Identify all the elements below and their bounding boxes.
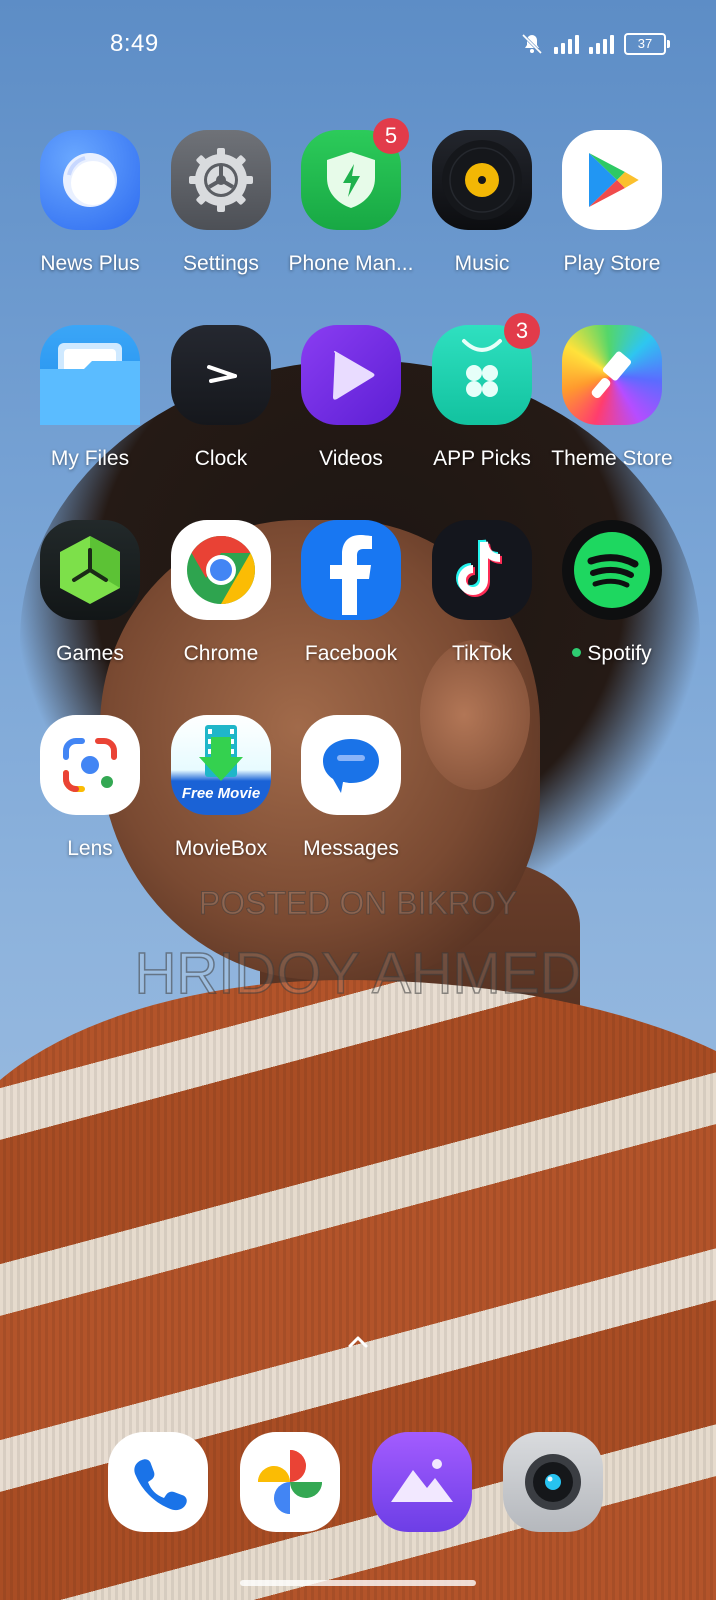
chrome-icon <box>171 520 271 620</box>
app-label: Phone Man... <box>288 252 414 275</box>
status-bar: 8:49 37 <box>0 0 716 90</box>
brush-icon <box>562 325 662 425</box>
app-spotify[interactable]: Spotify <box>545 520 679 666</box>
photos-pinwheel-icon <box>258 1450 322 1514</box>
tiktok-icon <box>432 520 532 620</box>
app-music[interactable]: Music <box>415 130 549 276</box>
moviebox-icon: Free Movie <box>171 715 271 815</box>
app-app-picks[interactable]: 3 APP Picks <box>415 313 549 471</box>
folder-icon <box>40 325 140 425</box>
app-label: Clock <box>194 447 248 470</box>
app-clock[interactable]: Clock <box>154 325 288 471</box>
app-label: News Plus <box>40 252 140 275</box>
play-icon <box>301 325 401 425</box>
app-label: APP Picks <box>433 447 531 470</box>
signal-icon <box>589 34 614 54</box>
app-label: Music <box>454 252 510 275</box>
app-settings[interactable]: Settings <box>154 130 288 276</box>
app-chrome[interactable]: Chrome <box>154 520 288 666</box>
app-phone-manager[interactable]: 5 Phone Man... <box>284 118 418 276</box>
status-icons: 37 <box>520 32 670 56</box>
vinyl-icon <box>432 130 532 230</box>
watermark-posted-on: POSTED ON BIKROY <box>198 885 518 922</box>
moviebox-icon-text: Free Movie <box>181 785 261 802</box>
play-store-icon <box>562 130 662 230</box>
wallpaper-knit-texture <box>0 980 716 1600</box>
clock-icon <box>171 325 271 425</box>
shopping-bag-icon: 3 <box>432 313 540 425</box>
new-app-dot <box>572 647 582 657</box>
app-lens[interactable]: Lens <box>23 715 157 861</box>
dock-camera[interactable] <box>503 1432 603 1532</box>
app-label: Videos <box>319 447 383 470</box>
spotify-icon <box>562 520 662 620</box>
battery-icon: 37 <box>624 33 670 55</box>
notification-badge: 3 <box>504 313 540 349</box>
app-theme-store[interactable]: Theme Store <box>545 325 679 471</box>
news-plus-icon <box>40 130 140 230</box>
app-label: My Files <box>50 447 130 470</box>
app-moviebox[interactable]: Free Movie MovieBox <box>154 715 288 861</box>
app-label: Spotify <box>545 642 679 666</box>
app-label: Settings <box>183 252 259 275</box>
watermark-name: HRIDOY AHMED <box>134 940 582 1007</box>
app-label: MovieBox <box>174 837 268 860</box>
app-games[interactable]: Games <box>23 520 157 666</box>
battery-level: 37 <box>637 36 653 51</box>
app-label: Messages <box>303 837 399 860</box>
gallery-icon <box>391 1459 453 1502</box>
app-label: Games <box>56 642 124 665</box>
app-label: Theme Store <box>551 447 673 470</box>
app-facebook[interactable]: Facebook <box>284 520 418 666</box>
app-label: Chrome <box>183 642 259 665</box>
games-hexagon-icon <box>40 520 140 620</box>
bell-muted-icon <box>521 33 543 55</box>
app-label: TikTok <box>452 642 512 665</box>
app-my-files[interactable]: My Files <box>23 325 157 471</box>
app-tiktok[interactable]: TikTok <box>415 520 549 666</box>
dock-photos[interactable] <box>240 1432 340 1532</box>
chevron-up-icon[interactable] <box>340 1330 376 1354</box>
dock-phone[interactable] <box>108 1432 208 1532</box>
app-label: Facebook <box>304 642 398 665</box>
lens-icon <box>40 715 140 815</box>
gear-icon <box>171 130 271 230</box>
signal-icon <box>554 34 579 54</box>
dock-gallery[interactable] <box>372 1432 472 1532</box>
messages-icon <box>301 715 401 815</box>
facebook-icon <box>301 520 401 620</box>
app-label: Play Store <box>563 252 661 275</box>
app-messages[interactable]: Messages <box>284 715 418 861</box>
app-label: Lens <box>67 837 113 860</box>
notification-badge: 5 <box>373 118 409 154</box>
app-news-plus[interactable]: News Plus <box>23 130 157 276</box>
app-play-store[interactable]: Play Store <box>545 130 679 276</box>
home-indicator[interactable] <box>240 1580 476 1586</box>
phone-icon <box>134 1459 187 1511</box>
app-videos[interactable]: Videos <box>284 325 418 471</box>
camera-icon <box>525 1454 581 1510</box>
status-time: 8:49 <box>110 30 159 57</box>
shield-bolt-icon: 5 <box>301 118 409 230</box>
